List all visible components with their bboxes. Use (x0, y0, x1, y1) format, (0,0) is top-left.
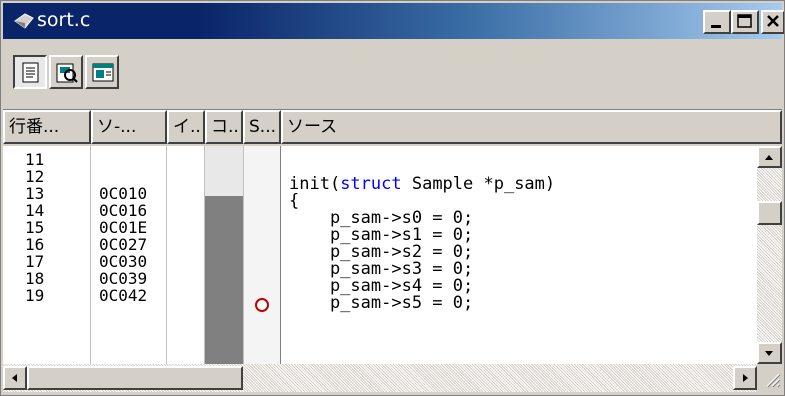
file-icon (14, 13, 34, 29)
arrow-left-icon (12, 374, 17, 382)
column-source[interactable]: ソース (281, 110, 782, 144)
resize-grip[interactable] (757, 364, 782, 392)
mixed-view-button[interactable] (85, 55, 119, 89)
column-status[interactable]: S... (243, 110, 281, 144)
close-icon (767, 15, 779, 27)
minimize-button[interactable] (703, 10, 731, 34)
scroll-right-button[interactable] (733, 366, 757, 390)
line-number: 14 (25, 201, 45, 220)
breakpoint-icon[interactable] (253, 296, 271, 314)
column-line-number[interactable]: 行番... (3, 110, 91, 144)
line-number: 15 (25, 218, 45, 237)
column-address[interactable]: ソ-... (91, 110, 167, 144)
line-number: 16 (25, 235, 45, 254)
column-event[interactable]: イ.. (167, 110, 205, 144)
source-line-12[interactable]: init(struct Sample *p_sam) (289, 174, 555, 194)
minimize-icon (711, 25, 721, 28)
address-cell: 0C027 (99, 235, 148, 254)
arrow-right-icon (743, 374, 748, 382)
arrow-up-icon (765, 155, 773, 160)
coverage-empty (204, 146, 243, 196)
scroll-up-button[interactable] (757, 146, 782, 168)
maximize-icon (737, 14, 752, 28)
source-view-button[interactable] (13, 55, 47, 89)
column-coverage[interactable]: コ.. (205, 110, 243, 144)
source-line-19[interactable]: p_sam->s5 = 0; (289, 293, 473, 313)
address-cell: 0C042 (99, 286, 148, 305)
address-cell: 0C039 (99, 269, 148, 288)
maximize-button[interactable] (731, 10, 759, 34)
scroll-left-button[interactable] (3, 366, 27, 390)
scroll-down-button[interactable] (757, 342, 782, 364)
line-number: 12 (25, 167, 45, 186)
address-cell: 0C016 (99, 201, 148, 220)
line-number: 18 (25, 269, 45, 288)
mixed-view-icon (92, 63, 114, 82)
title-bar[interactable]: sort.c (3, 3, 784, 39)
address-cell: 0C030 (99, 252, 148, 271)
window-title: sort.c (37, 9, 91, 31)
source-view-icon (22, 62, 39, 83)
status-column-area (243, 146, 281, 364)
line-number: 11 (25, 150, 45, 169)
line-number: 19 (25, 286, 45, 305)
coverage-bar (204, 196, 243, 364)
disassembly-view-button[interactable] (49, 55, 83, 89)
disassembly-view-icon (56, 63, 78, 83)
vertical-scrollbar[interactable] (757, 146, 782, 364)
column-header: 行番... ソ-... イ.. コ.. S... ソース (3, 109, 782, 146)
source-grid[interactable]: 11 12 13 14 15 16 17 18 19 0C010 0C016 0… (3, 146, 782, 364)
horizontal-scroll-thumb[interactable] (27, 366, 243, 390)
close-button[interactable] (761, 10, 784, 34)
line-number: 13 (25, 184, 45, 203)
horizontal-scrollbar[interactable] (3, 364, 757, 392)
address-cell: 0C01E (99, 218, 148, 237)
resize-grip-icon (766, 373, 781, 388)
vertical-scroll-thumb[interactable] (757, 201, 782, 225)
address-cell: 0C010 (99, 184, 148, 203)
source-window: sort.c 行番... ソ-... イ.. コ.. S... ソース 11 1… (0, 0, 785, 396)
toolbar (3, 41, 782, 105)
line-number: 17 (25, 252, 45, 271)
arrow-down-icon (765, 351, 773, 356)
